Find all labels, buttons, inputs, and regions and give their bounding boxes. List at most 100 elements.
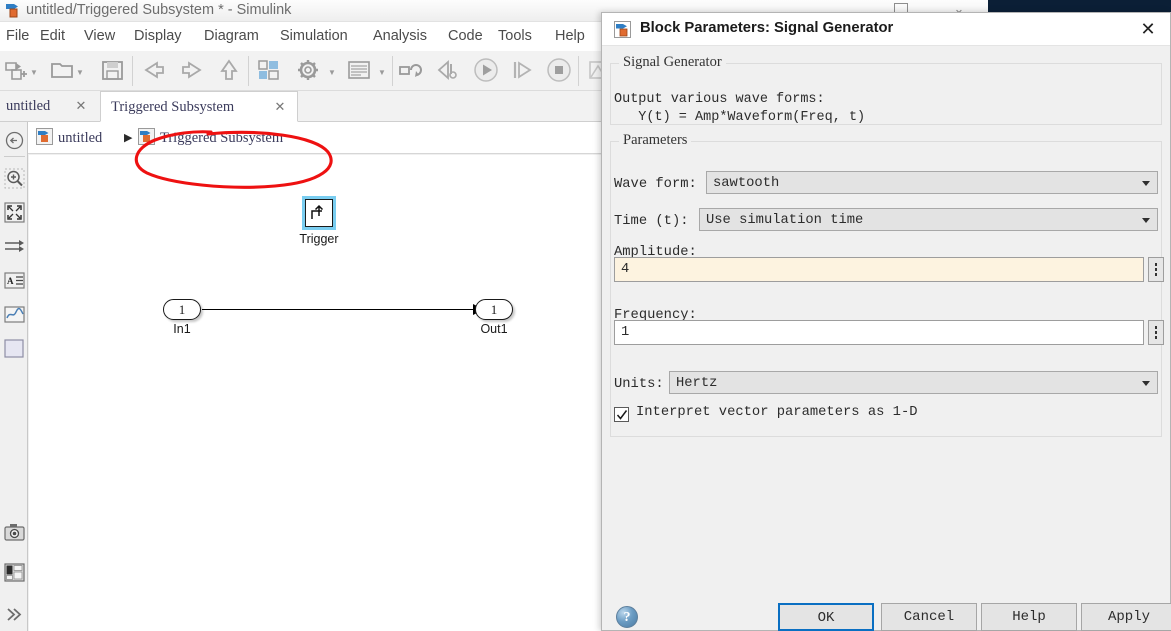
- tab-triggered-subsystem-label: Triggered Subsystem: [111, 99, 235, 115]
- menu-simulation[interactable]: Simulation: [276, 26, 352, 47]
- model-explorer-caret-icon[interactable]: ▼: [378, 69, 387, 77]
- fit-to-view-icon[interactable]: [4, 202, 25, 223]
- frequency-value: 1: [621, 325, 630, 340]
- menu-tools[interactable]: Tools: [494, 26, 536, 47]
- close-icon[interactable]: ✕: [273, 100, 287, 114]
- toolbar-separator: [132, 56, 133, 86]
- library-browser-button[interactable]: [256, 57, 282, 88]
- toolbar-separator: [392, 56, 393, 86]
- new-model-caret-icon[interactable]: ▼: [30, 69, 39, 77]
- blank-canvas-icon[interactable]: [4, 338, 25, 359]
- time-label: Time (t):: [614, 214, 689, 229]
- amplitude-input[interactable]: 4: [614, 257, 1144, 282]
- svg-text:A: A: [7, 276, 14, 286]
- model-mask-icon[interactable]: [4, 562, 25, 583]
- chevron-down-icon: [1142, 381, 1150, 386]
- camera-snapshot-icon[interactable]: [4, 522, 25, 543]
- step-forward-button[interactable]: [508, 57, 536, 88]
- run-button[interactable]: [472, 57, 500, 88]
- breadcrumb-current-label[interactable]: Triggered Subsystem: [160, 128, 283, 148]
- units-label: Units:: [614, 377, 664, 392]
- toolbar-separator: [578, 56, 579, 86]
- model-explorer-button[interactable]: [346, 57, 372, 88]
- apply-button[interactable]: Apply: [1081, 603, 1171, 631]
- menu-file[interactable]: File: [2, 26, 33, 47]
- close-icon[interactable]: ✕: [74, 99, 88, 113]
- outport-block[interactable]: 1: [475, 299, 513, 320]
- amplitude-stepper[interactable]: [1148, 257, 1164, 282]
- new-model-button[interactable]: [4, 57, 30, 88]
- zoom-in-icon[interactable]: [4, 168, 25, 189]
- menu-analysis[interactable]: Analysis: [369, 26, 431, 47]
- sidebar-divider: [4, 156, 25, 157]
- description-group-title: Signal Generator: [619, 54, 726, 71]
- back-button[interactable]: [140, 57, 168, 88]
- update-model-button[interactable]: [398, 57, 426, 88]
- help-orb-icon[interactable]: ?: [616, 606, 638, 628]
- model-settings-caret-icon[interactable]: ▼: [328, 69, 337, 77]
- navigate-up-icon[interactable]: [4, 130, 25, 151]
- open-model-button[interactable]: [50, 57, 76, 88]
- trigger-block-label: Trigger: [299, 232, 339, 246]
- outport-label: Out1: [480, 322, 508, 336]
- breadcrumb-root-label[interactable]: untitled: [58, 128, 102, 148]
- forward-button[interactable]: [178, 57, 206, 88]
- breadcrumb-separator-icon: ▶: [124, 132, 133, 144]
- menu-edit[interactable]: Edit: [36, 26, 69, 47]
- time-value: Use simulation time: [706, 213, 864, 228]
- menu-view[interactable]: View: [80, 26, 119, 47]
- scope-viewer-icon[interactable]: [4, 304, 25, 325]
- open-model-caret-icon[interactable]: ▼: [76, 69, 85, 77]
- inport-label: In1: [173, 322, 191, 336]
- units-value: Hertz: [676, 376, 718, 391]
- parameters-group-title: Parameters: [619, 132, 692, 149]
- inport-block[interactable]: 1: [163, 299, 201, 320]
- inport-number: 1: [178, 302, 186, 317]
- cancel-button[interactable]: Cancel: [881, 603, 977, 631]
- toolbar-separator: [248, 56, 249, 86]
- tab-untitled[interactable]: untitled ✕: [0, 91, 100, 122]
- outport-number: 1: [490, 302, 498, 317]
- screen-root: untitled/Triggered Subsystem * - Simulin…: [0, 0, 1171, 631]
- tab-untitled-label: untitled: [6, 98, 51, 114]
- block-parameters-dialog: Block Parameters: Signal Generator ✕ Sig…: [601, 12, 1171, 631]
- tab-triggered-subsystem[interactable]: Triggered Subsystem ✕: [100, 91, 298, 122]
- ok-button[interactable]: OK: [778, 603, 874, 631]
- menu-help[interactable]: Help: [551, 26, 589, 47]
- up-to-parent-button[interactable]: [216, 57, 242, 88]
- model-settings-button[interactable]: [294, 57, 322, 88]
- wave-form-label: Wave form:: [614, 177, 697, 192]
- simulink-model-icon: [5, 2, 22, 19]
- description-line-2: Y(t) = Amp*Waveform(Freq, t): [614, 110, 866, 125]
- frequency-stepper[interactable]: [1148, 320, 1164, 345]
- interpret-vector-checkbox[interactable]: [614, 407, 629, 422]
- units-select[interactable]: Hertz: [669, 371, 1158, 394]
- dialog-title: Block Parameters: Signal Generator: [640, 20, 894, 36]
- subsystem-block-icon: [138, 128, 155, 145]
- frequency-input[interactable]: 1: [614, 320, 1144, 345]
- signal-line[interactable]: [202, 309, 478, 310]
- dialog-titlebar: Block Parameters: Signal Generator ✕: [602, 13, 1170, 46]
- annotation-icon[interactable]: A: [4, 270, 25, 291]
- interpret-vector-row[interactable]: Interpret vector parameters as 1-D: [614, 405, 1034, 425]
- save-model-button[interactable]: [100, 57, 126, 88]
- signal-routing-icon[interactable]: [4, 236, 25, 257]
- trigger-block[interactable]: [302, 196, 336, 230]
- stop-button[interactable]: [545, 57, 573, 88]
- expand-more-icon[interactable]: [4, 604, 25, 625]
- menu-display[interactable]: Display: [130, 26, 186, 47]
- wave-form-select[interactable]: sawtooth: [706, 171, 1158, 194]
- fast-restart-button[interactable]: [434, 57, 462, 88]
- time-select[interactable]: Use simulation time: [699, 208, 1158, 231]
- amplitude-value: 4: [621, 262, 630, 277]
- menu-diagram[interactable]: Diagram: [200, 26, 263, 47]
- chevron-down-icon: [1142, 218, 1150, 223]
- signal-generator-block-icon: [614, 21, 631, 38]
- model-block-icon: [36, 128, 53, 145]
- close-icon[interactable]: ✕: [1136, 20, 1160, 39]
- help-button[interactable]: Help: [981, 603, 1077, 631]
- menu-code[interactable]: Code: [444, 26, 487, 47]
- interpret-vector-label: Interpret vector parameters as 1-D: [636, 405, 918, 420]
- description-line-1: Output various wave forms:: [614, 92, 825, 107]
- chevron-down-icon: [1142, 181, 1150, 186]
